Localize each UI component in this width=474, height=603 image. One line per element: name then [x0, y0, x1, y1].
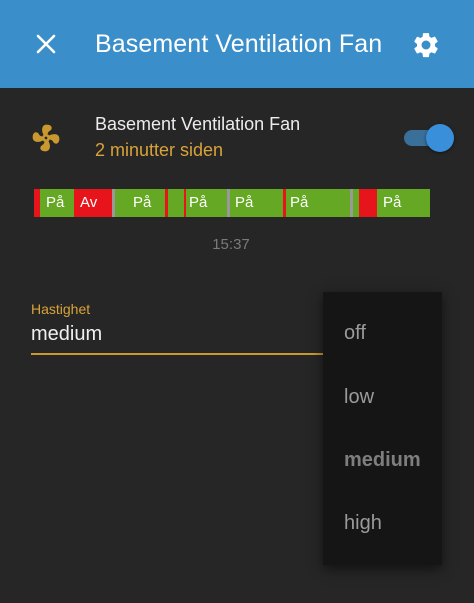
- history-segment: [359, 189, 377, 217]
- speed-option-off[interactable]: off: [323, 303, 442, 363]
- segment-label: På: [290, 194, 309, 211]
- speed-option-medium[interactable]: medium: [323, 430, 442, 490]
- speed-select[interactable]: Hastighet medium: [31, 298, 331, 355]
- segment-label: På: [383, 194, 402, 211]
- history-segment: [165, 189, 168, 217]
- segment-label: Av: [80, 194, 98, 211]
- speed-dropdown-menu: off low medium high: [323, 292, 442, 565]
- speed-label: Hastighet: [31, 301, 91, 317]
- segment-label: På: [133, 194, 152, 211]
- history-segment: På: [286, 189, 350, 217]
- speed-underline: [31, 353, 331, 355]
- history-segment: På: [127, 189, 165, 217]
- history-segment: [184, 189, 186, 217]
- speed-option-low[interactable]: low: [323, 367, 442, 427]
- fan-icon: [32, 124, 60, 152]
- history-segment: [350, 189, 353, 217]
- app-header: Basement Ventilation Fan: [0, 0, 474, 88]
- gear-icon: [414, 33, 438, 58]
- segment-label: På: [189, 194, 208, 211]
- segment-label: På: [235, 194, 254, 211]
- history-segment: På: [230, 189, 280, 217]
- history-timeline: På Av På På På På På: [34, 189, 430, 217]
- entity-row: Basement Ventilation Fan 2 minutter side…: [0, 104, 474, 172]
- speed-option-high[interactable]: high: [323, 493, 442, 553]
- last-changed: 2 minutter siden: [95, 140, 224, 160]
- close-button[interactable]: [30, 28, 62, 60]
- segment-label: På: [46, 194, 65, 211]
- history-segment: [112, 189, 115, 217]
- dialog-title: Basement Ventilation Fan: [95, 30, 383, 58]
- toggle-thumb: [426, 124, 454, 152]
- timeline-time-label: 15:37: [212, 236, 250, 253]
- history-segment: På: [40, 189, 74, 217]
- power-toggle[interactable]: [404, 124, 454, 152]
- history-segment: På: [377, 189, 430, 217]
- entity-name: Basement Ventilation Fan: [95, 114, 301, 134]
- close-icon: [36, 34, 56, 54]
- history-segment: Av: [74, 189, 112, 217]
- speed-value: medium: [31, 323, 103, 345]
- settings-button[interactable]: [409, 28, 443, 62]
- history-segment: På: [183, 189, 227, 217]
